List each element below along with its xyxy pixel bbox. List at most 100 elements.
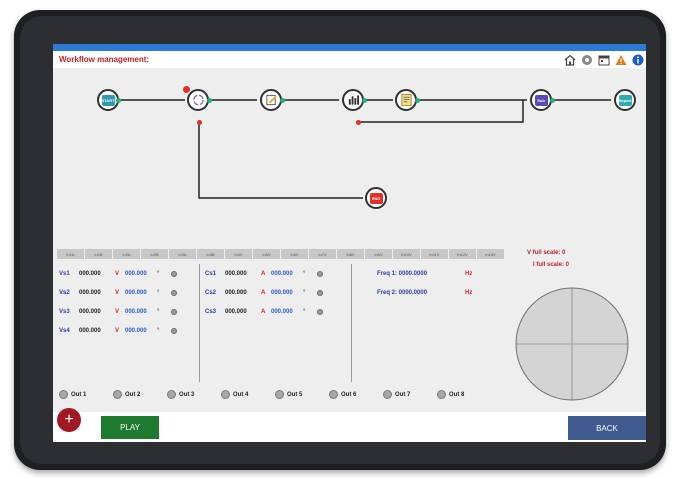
angle-value[interactable]: 000.000 (271, 290, 303, 296)
report-icon (400, 93, 413, 107)
channel-tab[interactable]: In1B (85, 249, 112, 259)
channel-tab[interactable]: In13V (477, 249, 504, 259)
column-divider (199, 264, 200, 382)
unit-label: V (115, 290, 120, 296)
calendar-icon[interactable] (597, 53, 610, 66)
connector-dot[interactable] (116, 98, 121, 103)
unit-label: V (115, 309, 120, 315)
output-label: Out 2 (125, 391, 141, 398)
channel-tab[interactable]: In7V (309, 249, 336, 259)
output-toggle[interactable]: Out 6 (329, 390, 371, 399)
degree-label: ° (303, 309, 306, 315)
output-label: Out 6 (341, 391, 357, 398)
status-bar (53, 44, 646, 51)
output-toggle[interactable]: Out 4 (221, 390, 263, 399)
channel-panel: In1A In1B In2A In2B In3A In3B In4V In5V … (53, 240, 646, 412)
magnitude-value[interactable]: 000.000 (225, 271, 261, 277)
output-toggle[interactable]: Out 3 (167, 390, 209, 399)
add-button[interactable]: + (57, 408, 81, 432)
channel-tab[interactable]: In8V (337, 249, 364, 259)
freq-label[interactable]: Freq 1: 0000.0000 (377, 271, 465, 277)
output-led-icon (275, 390, 284, 399)
connector-dot[interactable] (362, 98, 367, 103)
back-button[interactable]: BACK (568, 416, 646, 440)
current-row: Cs3 000.000 A 000.000 ° (205, 309, 323, 315)
angle-value[interactable]: 000.000 (125, 271, 157, 277)
channel-tab[interactable]: In3B (197, 249, 224, 259)
channel-select-toggle[interactable] (171, 309, 177, 315)
warning-icon[interactable] (614, 53, 627, 66)
output-toggle[interactable]: Out 2 (113, 390, 155, 399)
output-label: Out 1 (71, 391, 87, 398)
channel-label: Cs1 (205, 271, 217, 277)
output-toggle[interactable]: Out 8 (437, 390, 479, 399)
alert-badge (183, 86, 190, 93)
output-toggle[interactable]: Out 1 (59, 390, 101, 399)
cycle-node[interactable] (187, 89, 209, 111)
degree-label: ° (157, 328, 160, 334)
magnitude-value[interactable]: 000.000 (79, 328, 115, 334)
angle-value[interactable]: 000.000 (125, 290, 157, 296)
channel-tab[interactable]: In6V (281, 249, 308, 259)
end-node[interactable]: END (365, 187, 387, 209)
output-led-icon (59, 390, 68, 399)
i-full-scale-label: I full scale: 0 (533, 262, 570, 268)
output-toggle[interactable]: Out 5 (275, 390, 317, 399)
channel-tab[interactable]: In9V (365, 249, 392, 259)
angle-value[interactable]: 000.000 (271, 271, 303, 277)
connector-dot[interactable] (356, 120, 361, 125)
magnitude-value[interactable]: 000.000 (79, 309, 115, 315)
bar-chart-node[interactable] (342, 89, 364, 111)
channel-label: Vs1 (59, 271, 70, 277)
channel-tab[interactable]: In5V (253, 249, 280, 259)
connector-dot[interactable] (207, 98, 212, 103)
report-end-node[interactable]: Report (614, 89, 636, 111)
output-toggle[interactable]: Out 7 (383, 390, 425, 399)
channel-tab[interactable]: In10V (393, 249, 420, 259)
sub-node[interactable]: Sub (530, 89, 552, 111)
workflow-canvas: START Sub Report END (53, 68, 646, 240)
connector-dot[interactable] (197, 120, 202, 125)
output-label: Out 3 (179, 391, 195, 398)
edit-node[interactable] (260, 89, 282, 111)
connector-dot[interactable] (415, 98, 420, 103)
angle-value[interactable]: 000.000 (271, 309, 303, 315)
channel-label: Vs4 (59, 328, 70, 334)
play-button[interactable]: PLAY (101, 416, 159, 439)
info-icon[interactable] (631, 53, 644, 66)
channel-tab[interactable]: In4V (225, 249, 252, 259)
magnitude-value[interactable]: 000.000 (225, 309, 261, 315)
connector-dot[interactable] (550, 98, 555, 103)
channel-select-toggle[interactable] (317, 290, 323, 296)
voltage-row: Vs3 000.000 V 000.000 ° (59, 309, 177, 315)
voltage-row: Vs2 000.000 V 000.000 ° (59, 290, 177, 296)
channel-select-toggle[interactable] (171, 290, 177, 296)
channel-tab[interactable]: In2A (113, 249, 140, 259)
channel-tab[interactable]: In2B (141, 249, 168, 259)
freq-label[interactable]: Freq 2: 0000.0000 (377, 290, 465, 296)
channel-tab[interactable]: In3A (169, 249, 196, 259)
channel-select-toggle[interactable] (317, 271, 323, 277)
settings-icon[interactable] (580, 53, 593, 66)
angle-value[interactable]: 000.000 (125, 309, 157, 315)
channel-label: Cs3 (205, 309, 217, 315)
output-row: Out 1 Out 2 Out 3 Out 4 Out 5 Out 6 Out … (59, 390, 479, 399)
channel-tab[interactable]: In12V (449, 249, 476, 259)
magnitude-value[interactable]: 000.000 (225, 290, 261, 296)
angle-value[interactable]: 000.000 (125, 328, 157, 334)
unit-label: A (261, 290, 266, 296)
channel-tab[interactable]: In1A (57, 249, 84, 259)
connector-dot[interactable] (280, 98, 285, 103)
channel-select-toggle[interactable] (171, 271, 177, 277)
channel-tab[interactable]: In11V (421, 249, 448, 259)
channel-select-toggle[interactable] (317, 309, 323, 315)
report-node[interactable] (395, 89, 417, 111)
header: Workflow management: (53, 51, 646, 68)
channel-select-toggle[interactable] (171, 328, 177, 334)
bar-chart-icon (347, 95, 360, 106)
home-icon[interactable] (563, 53, 576, 66)
magnitude-value[interactable]: 000.000 (79, 290, 115, 296)
unit-label: A (261, 309, 266, 315)
channel-label: Vs3 (59, 309, 70, 315)
magnitude-value[interactable]: 000.000 (79, 271, 115, 277)
